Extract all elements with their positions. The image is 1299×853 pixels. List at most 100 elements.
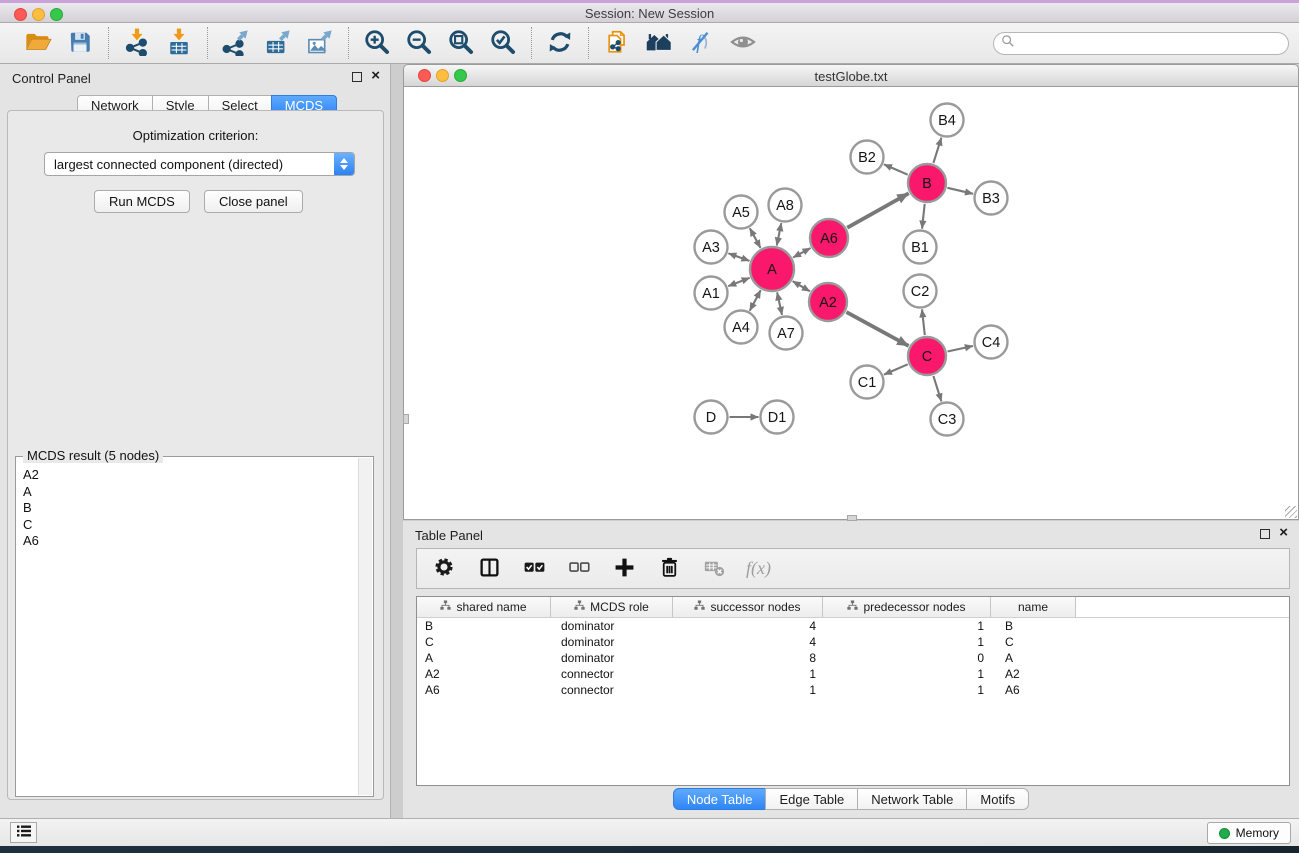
- mcds-result-item[interactable]: A2: [18, 467, 357, 484]
- graph-node-D1[interactable]: D1: [761, 401, 794, 434]
- table-cell: 4: [673, 619, 823, 633]
- task-history-button[interactable]: [10, 822, 37, 843]
- table-row[interactable]: A2connector11A2: [417, 666, 1289, 682]
- deselect-all-button[interactable]: [566, 556, 592, 582]
- column-edit-icon: [574, 600, 585, 614]
- graph-node-A8[interactable]: A8: [769, 189, 802, 222]
- tab-node-table[interactable]: Node Table: [673, 788, 767, 810]
- gear-button[interactable]: [431, 556, 457, 582]
- table-cell: 8: [673, 651, 823, 665]
- save-button[interactable]: [63, 26, 97, 60]
- column-button[interactable]: [476, 556, 502, 582]
- graph-node-B3[interactable]: B3: [975, 182, 1008, 215]
- table-cell: A: [991, 651, 1076, 665]
- column-header-name[interactable]: name: [991, 597, 1076, 617]
- open-folder-button[interactable]: [21, 26, 55, 60]
- search-box[interactable]: [993, 32, 1289, 55]
- home-icon: [645, 28, 673, 59]
- graph-node-B[interactable]: B: [908, 164, 946, 202]
- run-mcds-button[interactable]: Run MCDS: [94, 190, 190, 213]
- float-panel-icon[interactable]: [352, 72, 362, 82]
- import-network-button[interactable]: [120, 26, 154, 60]
- table-float-icon[interactable]: [1260, 529, 1270, 539]
- table-row[interactable]: Adominator80A: [417, 650, 1289, 666]
- graph-node-A4[interactable]: A4: [725, 311, 758, 344]
- tab-motifs[interactable]: Motifs: [966, 788, 1029, 810]
- criterion-dropdown[interactable]: largest connected component (directed): [44, 152, 355, 176]
- export-table-icon: [264, 28, 292, 59]
- table-row[interactable]: A6connector11A6: [417, 682, 1289, 698]
- table-row[interactable]: Cdominator41C: [417, 634, 1289, 650]
- graph-node-B4[interactable]: B4: [931, 104, 964, 137]
- toolbar-group: [109, 26, 207, 60]
- zoom-fit-button[interactable]: [444, 26, 478, 60]
- column-header-shared-name[interactable]: shared name: [417, 597, 551, 617]
- zoom-selected-button[interactable]: [486, 26, 520, 60]
- graph-node-A1[interactable]: A1: [695, 277, 728, 310]
- desktop: Session: New Session f Control Panel × N…: [0, 0, 1299, 853]
- export-image-button[interactable]: [303, 26, 337, 60]
- export-image-icon: [306, 28, 334, 59]
- graph-edge: [919, 204, 926, 229]
- memory-label: Memory: [1236, 826, 1279, 840]
- delete-row-button[interactable]: [656, 556, 682, 582]
- mcds-result-list[interactable]: A2ABCA6: [18, 467, 357, 794]
- resize-grip[interactable]: [1285, 506, 1297, 518]
- graph-node-B1[interactable]: B1: [904, 231, 937, 264]
- graph-node-A3[interactable]: A3: [695, 231, 728, 264]
- zoom-in-icon: [363, 28, 391, 59]
- mcds-result-item[interactable]: A: [18, 484, 357, 501]
- window-title: Session: New Session: [0, 6, 1299, 21]
- graph-edge: [884, 364, 908, 375]
- graph-node-A7[interactable]: A7: [770, 317, 803, 350]
- tab-edge-table[interactable]: Edge Table: [765, 788, 858, 810]
- graph-node-A2[interactable]: A2: [809, 283, 847, 321]
- result-scrollbar[interactable]: [358, 458, 372, 795]
- search-input[interactable]: [1015, 35, 1288, 53]
- zoom-in-button[interactable]: [360, 26, 394, 60]
- graph-node-C3[interactable]: C3: [931, 403, 964, 436]
- graph-edge: [884, 164, 908, 175]
- splitter-handle-left[interactable]: [403, 414, 409, 424]
- table-close-icon[interactable]: ×: [1279, 525, 1288, 541]
- network-canvas[interactable]: B4 B2 B B3 A5 A8A6 A3 B1 A A1 C2 A2 A4 A7 C4 C C1 D D1 C3: [403, 87, 1299, 520]
- graph-node-A5[interactable]: A5: [725, 196, 758, 229]
- node-table[interactable]: shared nameMCDS role successor nodes prede…: [416, 596, 1290, 786]
- mcds-result-item[interactable]: B: [18, 500, 357, 517]
- mcds-result-item[interactable]: A6: [18, 533, 357, 550]
- add-row-button[interactable]: [611, 556, 637, 582]
- table-cell: A6: [417, 683, 551, 697]
- graph-node-D[interactable]: D: [695, 401, 728, 434]
- clone-network-button[interactable]: [600, 26, 634, 60]
- refresh-button[interactable]: [543, 26, 577, 60]
- function-hide-button[interactable]: f: [684, 26, 718, 60]
- graph-node-C2[interactable]: C2: [904, 275, 937, 308]
- graph-node-A[interactable]: A: [750, 247, 794, 291]
- export-network-button[interactable]: [219, 26, 253, 60]
- import-table-button[interactable]: [162, 26, 196, 60]
- select-all-button[interactable]: [521, 556, 547, 582]
- graph-node-C4[interactable]: C4: [975, 326, 1008, 359]
- home-button[interactable]: [642, 26, 676, 60]
- graph-node-A6[interactable]: A6: [810, 219, 848, 257]
- destroy-table-button[interactable]: [701, 556, 727, 582]
- eye-button[interactable]: [726, 26, 760, 60]
- close-panel-button[interactable]: Close panel: [204, 190, 303, 213]
- table-cell: 1: [823, 635, 991, 649]
- column-header-predecessor-nodes[interactable]: predecessor nodes: [823, 597, 991, 617]
- close-panel-icon[interactable]: ×: [371, 68, 380, 84]
- table-panel-title: Table Panel: [415, 528, 483, 543]
- memory-button[interactable]: Memory: [1207, 822, 1291, 844]
- column-header-MCDS-role[interactable]: MCDS role: [551, 597, 673, 617]
- graph-node-C1[interactable]: C1: [851, 366, 884, 399]
- column-header-successor-nodes[interactable]: successor nodes: [673, 597, 823, 617]
- export-table-button[interactable]: [261, 26, 295, 60]
- mcds-result-item[interactable]: C: [18, 517, 357, 534]
- tab-network-table[interactable]: Network Table: [857, 788, 967, 810]
- column-header-label: successor nodes: [710, 600, 800, 614]
- table-cell: connector: [551, 667, 673, 681]
- graph-node-B2[interactable]: B2: [851, 141, 884, 174]
- graph-node-C[interactable]: C: [908, 337, 946, 375]
- table-row[interactable]: Bdominator41B: [417, 618, 1289, 634]
- zoom-out-button[interactable]: [402, 26, 436, 60]
